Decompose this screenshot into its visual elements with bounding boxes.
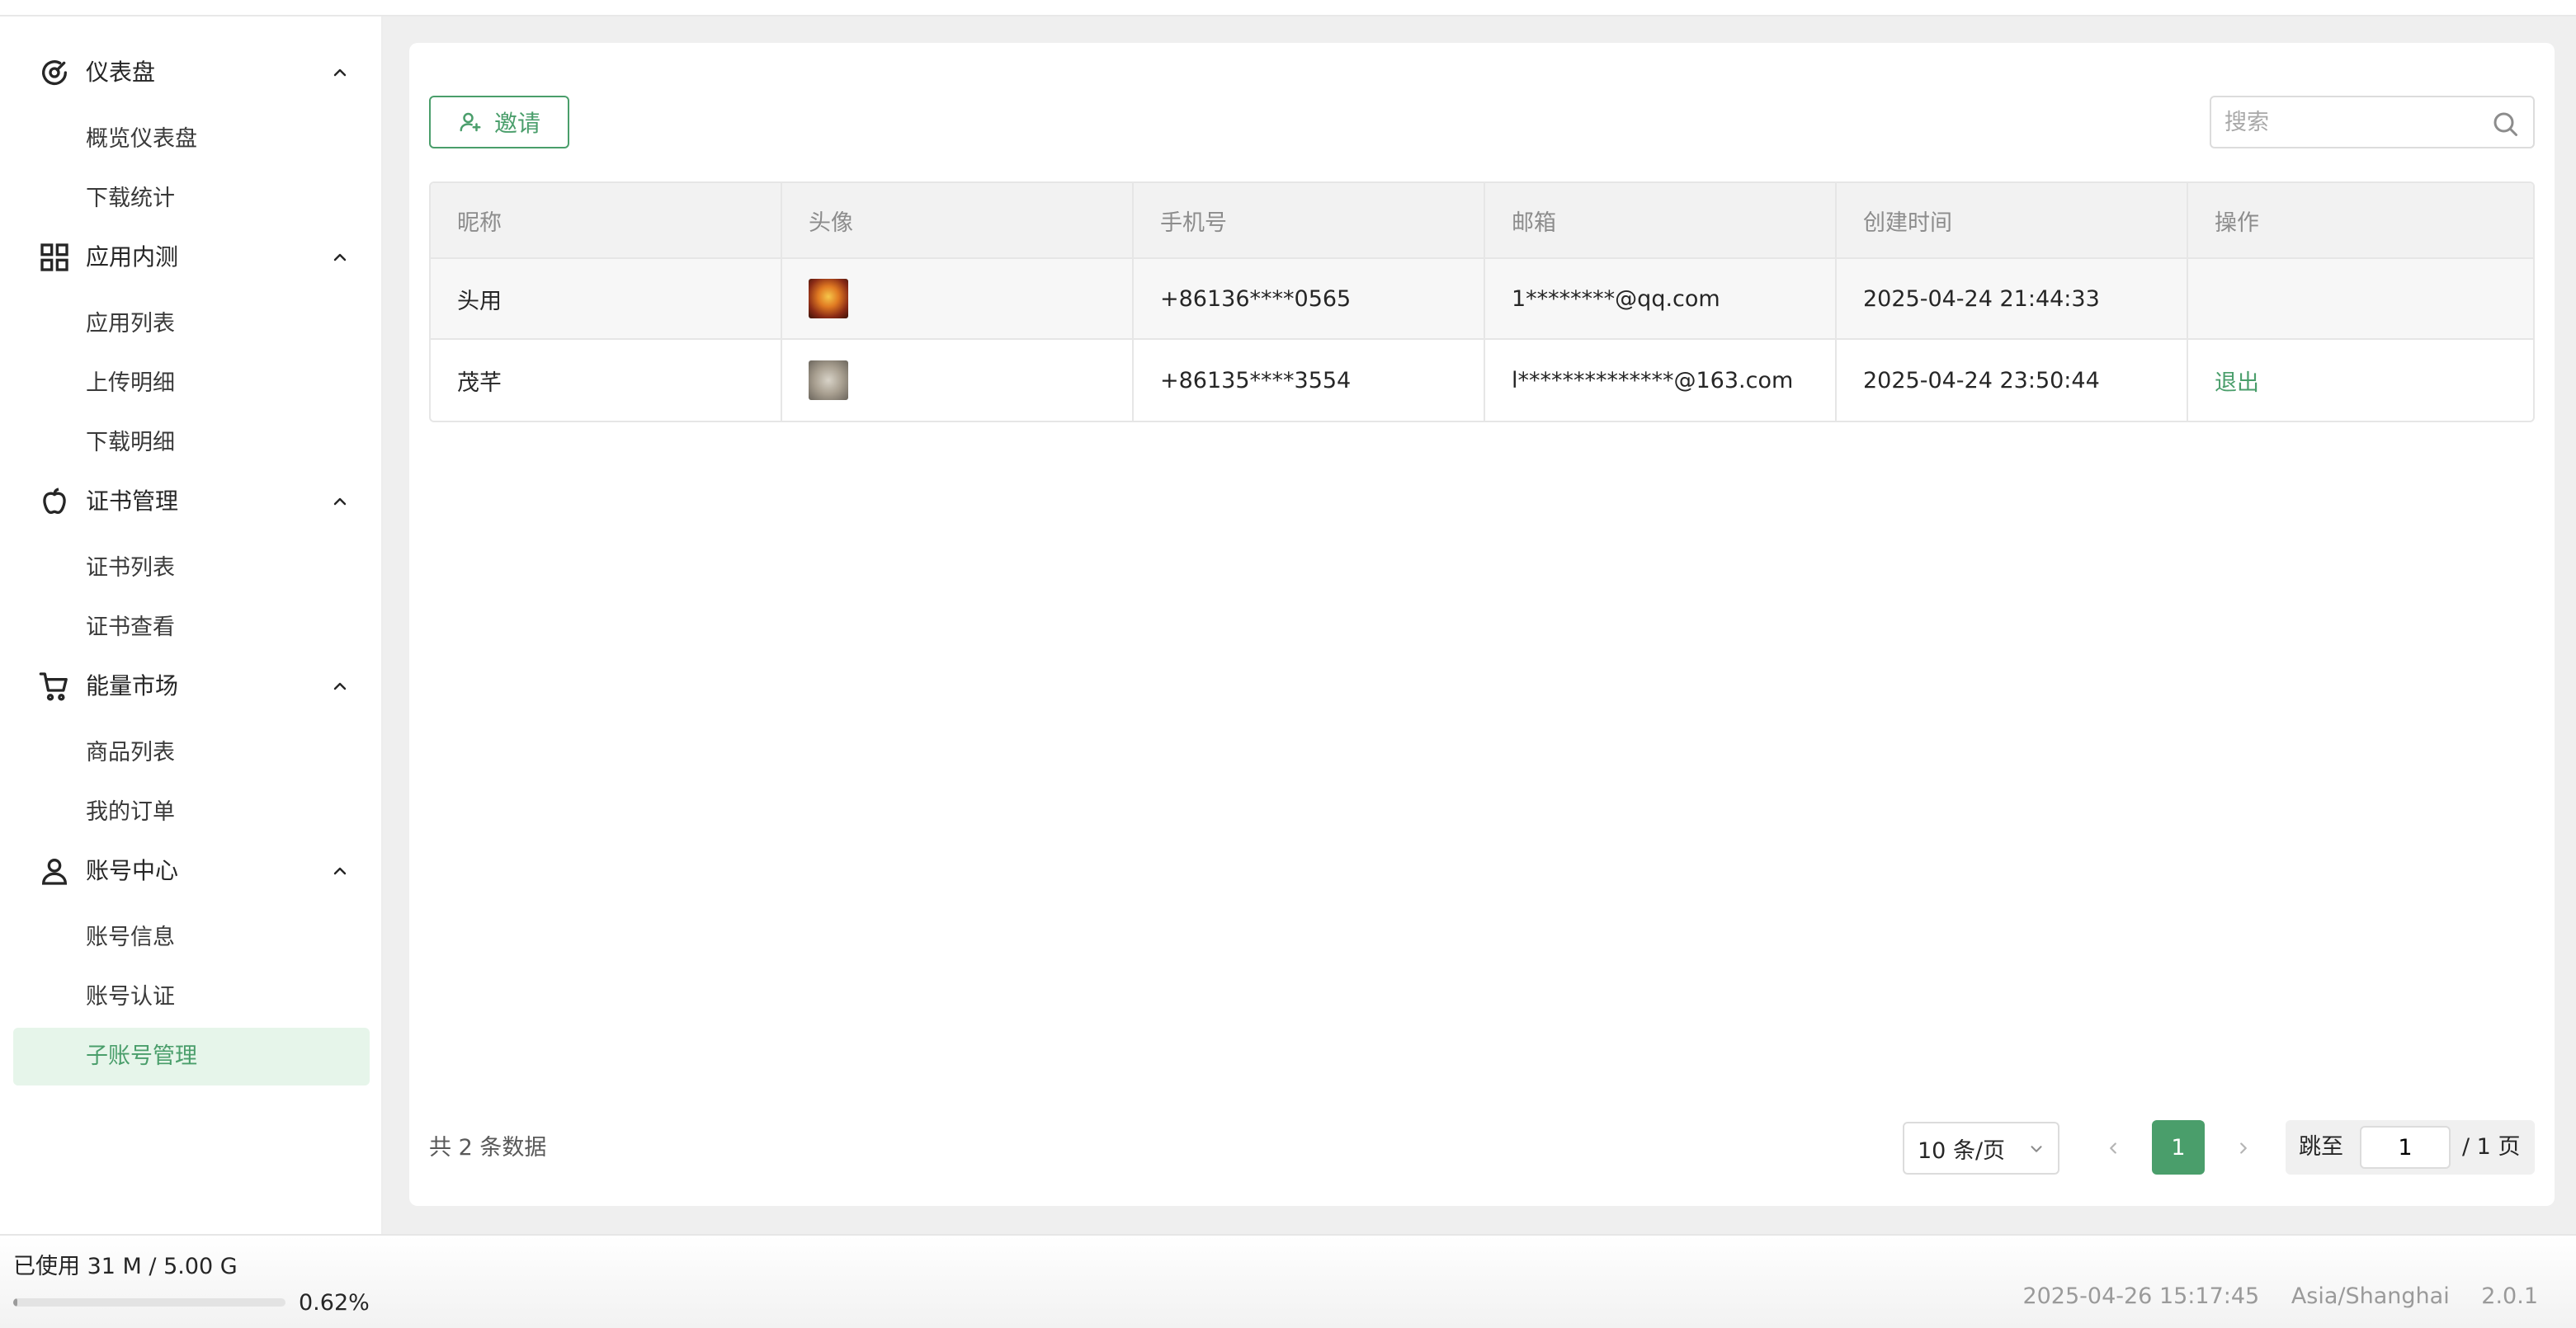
sidebar-group-label: 能量市场 [86,672,179,699]
chevron-up-icon [328,861,351,881]
sidebar-item-sub-account-management[interactable]: 子账号管理 [13,1028,370,1085]
cell-avatar [782,259,1134,338]
apple-icon [38,485,71,518]
storage-percent: 0.62% [299,1290,370,1316]
sidebar-group-account-center[interactable]: 账号中心 [0,841,383,901]
main-card: 邀请 昵称 头像 手机号 邮箱 创建时间 操作 头用 +86136****056… [409,43,2555,1206]
exit-link[interactable]: 退出 [2215,365,2259,397]
column-header-created: 创建时间 [1837,183,2188,257]
cell-avatar [782,340,1134,421]
sub-account-table: 昵称 头像 手机号 邮箱 创建时间 操作 头用 +86136****0565 1… [429,181,2535,422]
sidebar-item-upload-detail[interactable]: 上传明细 [13,355,370,412]
sidebar-item-download-detail[interactable]: 下载明细 [13,414,370,472]
sidebar-item-overview-dashboard[interactable]: 概览仪表盘 [13,111,370,168]
sidebar-item-my-orders[interactable]: 我的订单 [13,784,370,841]
sidebar-item-account-verification[interactable]: 账号认证 [13,968,370,1026]
cell-created: 2025-04-24 21:44:33 [1837,259,2188,338]
sidebar-item-account-info[interactable]: 账号信息 [13,909,370,967]
chevron-down-icon [2031,1146,2042,1152]
table-row: 茂芊 +86135****3554 l**************@163.co… [431,340,2533,421]
shopping-cart-icon [38,670,71,703]
avatar [809,279,848,318]
user-icon [38,855,71,888]
jump-label: 跳至 [2299,1134,2343,1160]
table-header-row: 昵称 头像 手机号 邮箱 创建时间 操作 [431,183,2533,259]
sidebar-group-cert-management[interactable]: 证书管理 [0,472,383,531]
chevron-left-icon [2110,1142,2116,1154]
prev-page-button[interactable] [2092,1122,2134,1175]
page-jumper: 跳至 / 1 页 [2286,1120,2535,1175]
sidebar-group-label: 账号中心 [86,857,179,884]
total-count-text: 共 2 条数据 [429,1135,547,1161]
sidebar-group-label: 应用内测 [86,243,179,271]
invite-button-label: 邀请 [493,110,540,137]
page-size-select[interactable]: 10 条/页 [1903,1122,2059,1175]
cell-actions [2188,259,2533,338]
next-page-button[interactable] [2223,1122,2264,1175]
column-header-nickname: 昵称 [431,183,782,257]
footer-info: 2025-04-26 15:17:45 Asia/Shanghai 2.0.1 [2022,1280,2538,1313]
sidebar-group-energy-market[interactable]: 能量市场 [0,657,383,716]
sidebar-item-cert-list[interactable]: 证书列表 [13,539,370,597]
total-pages-text: / 1 页 [2462,1134,2521,1160]
chevron-up-icon [328,676,351,696]
invite-button[interactable]: 邀请 [429,96,569,148]
column-header-actions: 操作 [2215,210,2259,236]
page-1-button[interactable]: 1 [2152,1120,2205,1175]
chevron-up-icon [328,63,351,82]
chevron-up-icon [328,492,351,511]
sidebar: 仪表盘 概览仪表盘 下载统计 应用内测 应用列表 上传明细 下载明细 证书管理 [0,16,383,1234]
cell-email: 1********@qq.com [1485,259,1837,338]
sidebar-group-label: 仪表盘 [86,59,156,86]
column-header-phone: 手机号 [1134,183,1485,257]
storage-progress-bar [13,1298,285,1307]
chevron-up-icon [328,247,351,267]
avatar [809,360,848,400]
sidebar-item-download-stats[interactable]: 下载统计 [13,170,370,228]
user-add-icon [460,112,481,132]
page-size-value: 10 条/页 [1918,1137,2006,1164]
bottom-bar: 已使用 31 M / 5.00 G 0.62% 2025-04-26 15:17… [0,1234,2576,1328]
sidebar-item-app-list[interactable]: 应用列表 [13,295,370,353]
search-box[interactable] [2210,96,2535,148]
cell-nickname: 茂芊 [431,340,782,421]
jump-page-input[interactable] [2360,1126,2451,1169]
chevron-right-icon [2240,1142,2247,1154]
sidebar-item-cert-view[interactable]: 证书查看 [13,599,370,657]
storage-usage-text: 已使用 31 M / 5.00 G [13,1254,238,1279]
app-version: 2.0.1 [2481,1283,2538,1309]
column-header-email: 邮箱 [1485,183,1837,257]
column-header-avatar: 头像 [782,183,1134,257]
table-row: 头用 +86136****0565 1********@qq.com 2025-… [431,259,2533,340]
sidebar-item-product-list[interactable]: 商品列表 [13,724,370,782]
search-input[interactable] [2225,97,2480,147]
storage-progress-fill [13,1298,17,1307]
sidebar-group-dashboard[interactable]: 仪表盘 [0,43,383,102]
apps-grid-icon [38,241,71,274]
cell-created: 2025-04-24 23:50:44 [1837,340,2188,421]
timezone: Asia/Shanghai [2291,1283,2450,1309]
top-bar [0,0,2576,16]
sidebar-group-app-beta[interactable]: 应用内测 [0,228,383,287]
cell-phone: +86136****0565 [1134,259,1485,338]
cell-nickname: 头用 [431,259,782,338]
search-icon[interactable] [2490,109,2520,139]
cell-phone: +86135****3554 [1134,340,1485,421]
server-datetime: 2025-04-26 15:17:45 [2022,1283,2260,1309]
cell-actions: 退出 [2188,340,2533,421]
cell-email: l**************@163.com [1485,340,1837,421]
gauge-icon [38,56,71,89]
sidebar-group-label: 证书管理 [86,487,179,515]
